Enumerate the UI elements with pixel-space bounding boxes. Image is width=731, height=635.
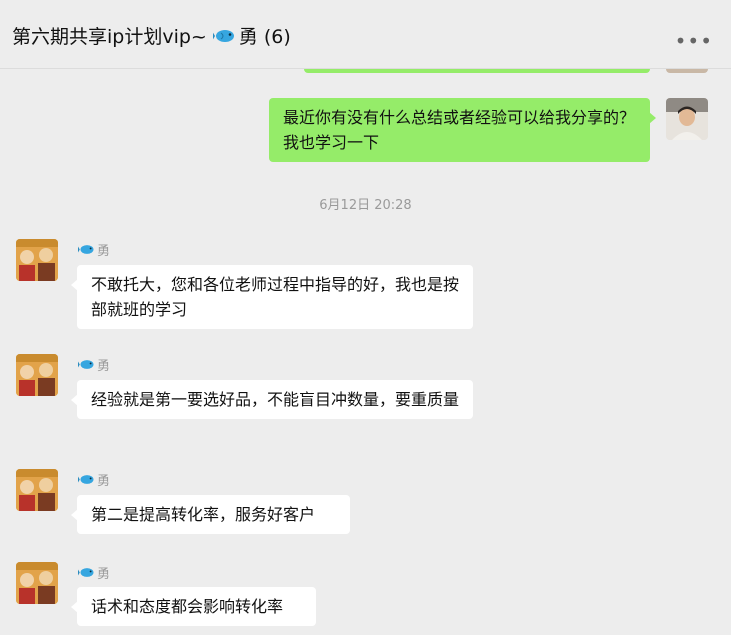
more-options-icon[interactable]: ••• [675,31,713,51]
sender-name: 勇 [78,240,110,259]
fish-icon [78,360,94,369]
reply-bubble[interactable]: 不敢托大，您和各位老师过程中指导的好，我也是按部就班的学习 [71,265,473,329]
sender-name: 勇 [78,470,110,489]
sender-avatar[interactable] [16,239,58,281]
fish-icon [78,475,94,484]
chat-title-prefix: 第六期共享ip计划vip~ [12,26,207,48]
reply-bubble[interactable]: 话术和态度都会影响转化率 [71,587,316,626]
fish-icon [212,29,234,42]
message-text: 经验就是第一要选好品，不能盲目冲数量，要重质量 [91,390,460,409]
chat-title-suffix: 勇 (6) [238,26,291,48]
fish-icon [78,245,94,254]
message-list[interactable]: 最近你有没有什么总结或者经验可以给我分享的？我也学习一下 6月12日 20:28… [0,63,731,635]
sender-name: 勇 [78,355,110,374]
sender-name-text: 勇 [97,244,111,259]
sender-name: 勇 [78,563,110,582]
sender-name-text: 勇 [97,567,111,582]
sender-avatar[interactable] [16,562,58,604]
chat-header: 第六期共享ip计划vip~ 勇 (6) ••• [0,0,731,69]
sender-avatar[interactable] [16,354,58,396]
fish-icon [78,568,94,577]
my-avatar[interactable] [666,98,708,140]
reply-bubble[interactable]: 经验就是第一要选好品，不能盲目冲数量，要重质量 [71,380,473,419]
sender-name-text: 勇 [97,359,111,374]
message-text: 第二是提高转化率，服务好客户 [91,505,316,524]
reply-bubble[interactable]: 第二是提高转化率，服务好客户 [71,495,350,534]
chat-title: 第六期共享ip计划vip~ 勇 (6) [12,22,291,49]
sender-avatar[interactable] [16,469,58,511]
message-text: 不敢托大，您和各位老师过程中指导的好，我也是按部就班的学习 [91,275,460,319]
message-text: 最近你有没有什么总结或者经验可以给我分享的？我也学习一下 [283,108,636,152]
message-text: 话术和态度都会影响转化率 [91,597,284,616]
chat-window: 第六期共享ip计划vip~ 勇 (6) ••• 最近你有没有什么总结或者经验可以… [0,0,731,635]
sender-name-text: 勇 [97,474,111,489]
message-timestamp: 6月12日 20:28 [319,198,412,213]
my-message-bubble[interactable]: 最近你有没有什么总结或者经验可以给我分享的？我也学习一下 [269,98,656,162]
